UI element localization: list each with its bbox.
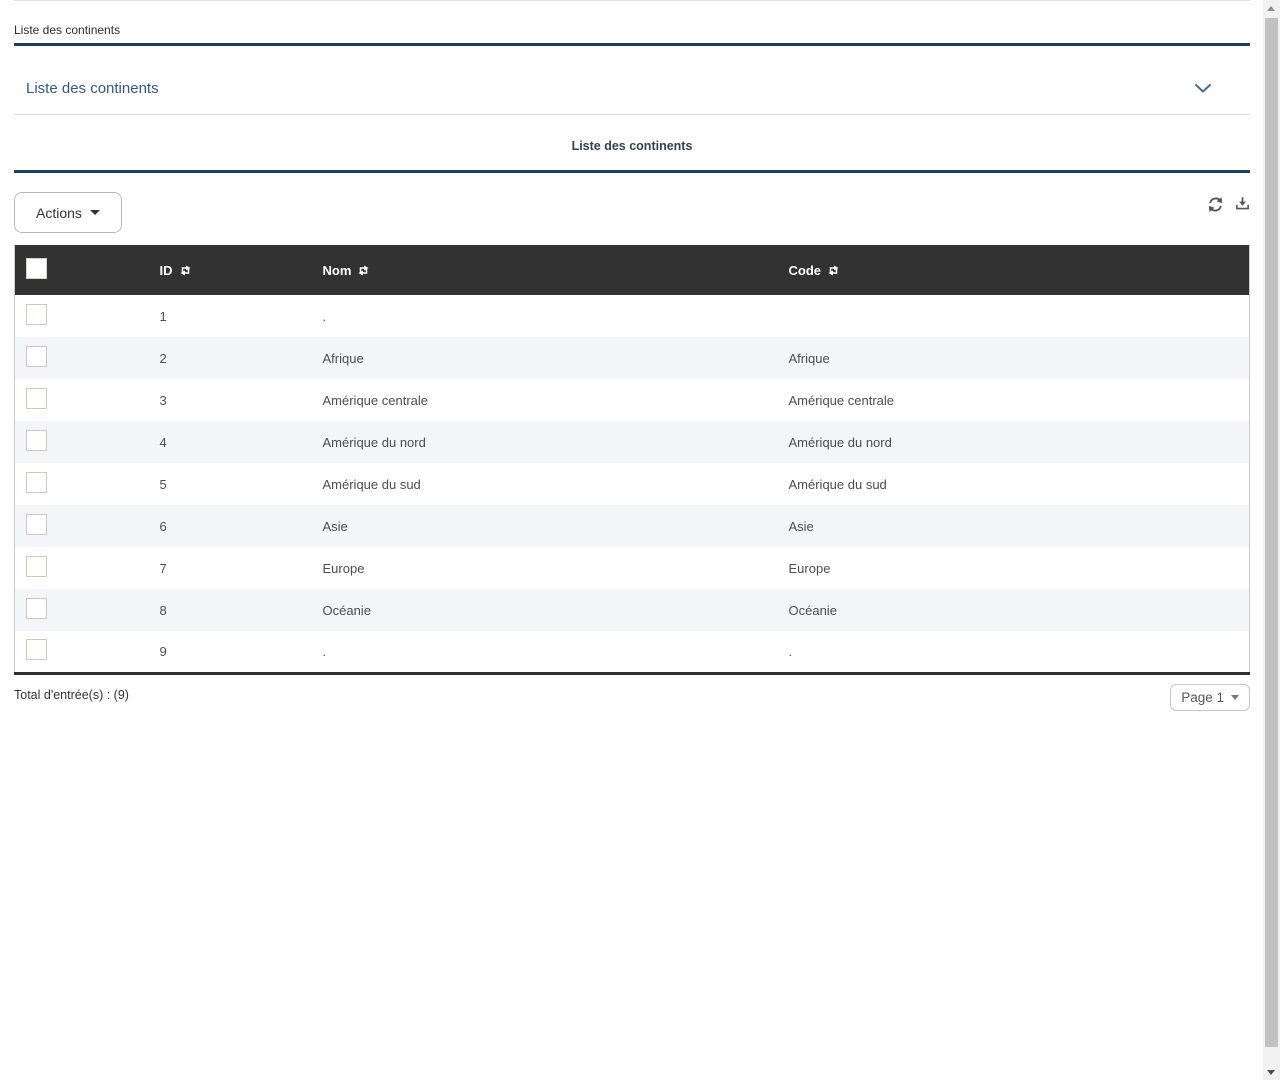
cell-id: 8 xyxy=(160,589,323,631)
row-checkbox[interactable] xyxy=(26,598,47,619)
cell-code xyxy=(789,295,1250,337)
row-checkbox[interactable] xyxy=(26,304,47,325)
cell-nom: Amérique centrale xyxy=(323,379,789,421)
cell-nom: Asie xyxy=(323,505,789,547)
page-select-button[interactable]: Page 1 xyxy=(1170,684,1250,711)
scrollbar-thumb[interactable] xyxy=(1265,18,1278,1047)
table-row: 7EuropeEurope xyxy=(15,547,1250,589)
row-checkbox[interactable] xyxy=(26,556,47,577)
table-row: 9.. xyxy=(15,631,1250,673)
cell-id: 9 xyxy=(160,631,323,673)
cell-nom: Océanie xyxy=(323,589,789,631)
cell-code: Asie xyxy=(789,505,1250,547)
table-header-row: ID Nom xyxy=(15,245,1250,295)
cell-id: 1 xyxy=(160,295,323,337)
cell-nom: . xyxy=(323,631,789,673)
table-row: 1. xyxy=(15,295,1250,337)
continents-table: ID Nom xyxy=(14,245,1250,675)
cell-code: Océanie xyxy=(789,589,1250,631)
cell-id: 2 xyxy=(160,337,323,379)
row-checkbox[interactable] xyxy=(26,514,47,535)
sort-icon xyxy=(179,265,192,276)
download-icon[interactable] xyxy=(1235,196,1250,213)
table-row: 6AsieAsie xyxy=(15,505,1250,547)
scroll-up-arrow-icon[interactable] xyxy=(1267,6,1275,11)
page-container: Liste des continents Liste des continent… xyxy=(14,0,1250,711)
table-row: 5Amérique du sudAmérique du sud xyxy=(15,463,1250,505)
column-header-nom[interactable]: Nom xyxy=(323,263,371,278)
cell-code: Amérique du sud xyxy=(789,463,1250,505)
row-checkbox[interactable] xyxy=(26,639,47,660)
row-checkbox[interactable] xyxy=(26,346,47,367)
toolbar: Actions xyxy=(14,192,1250,233)
cell-id: 3 xyxy=(160,379,323,421)
table-footer: Total d'entrée(s) : (9) Page 1 xyxy=(14,684,1250,711)
cell-code: Amérique du nord xyxy=(789,421,1250,463)
actions-button[interactable]: Actions xyxy=(14,192,122,233)
table-row: 4Amérique du nordAmérique du nord xyxy=(15,421,1250,463)
chevron-down-icon[interactable] xyxy=(1195,84,1211,93)
row-checkbox[interactable] xyxy=(26,388,47,409)
page-select-label: Page 1 xyxy=(1181,690,1224,705)
cell-id: 5 xyxy=(160,463,323,505)
cell-code: Europe xyxy=(789,547,1250,589)
cell-code: Amérique centrale xyxy=(789,379,1250,421)
total-entries-label: Total d'entrée(s) : (9) xyxy=(14,684,129,702)
table-row: 8OcéanieOcéanie xyxy=(15,589,1250,631)
cell-nom: Amérique du sud xyxy=(323,463,789,505)
actions-button-label: Actions xyxy=(36,205,82,221)
page-title: Liste des continents xyxy=(14,139,1250,153)
column-header-code[interactable]: Code xyxy=(789,263,841,278)
table-row: 3Amérique centraleAmérique centrale xyxy=(15,379,1250,421)
cell-nom: Amérique du nord xyxy=(323,421,789,463)
vertical-scrollbar[interactable] xyxy=(1263,0,1280,1080)
caret-down-icon xyxy=(90,210,100,215)
row-checkbox[interactable] xyxy=(26,430,47,451)
panel-title: Liste des continents xyxy=(26,80,159,97)
cell-code: Afrique xyxy=(789,337,1250,379)
cell-code: . xyxy=(789,631,1250,673)
section-divider xyxy=(14,170,1250,173)
caret-down-icon xyxy=(1231,695,1239,700)
cell-nom: Europe xyxy=(323,547,789,589)
scroll-down-arrow-icon[interactable] xyxy=(1267,1070,1275,1075)
row-checkbox[interactable] xyxy=(26,472,47,493)
cell-nom: . xyxy=(323,295,789,337)
breadcrumb: Liste des continents xyxy=(14,1,1250,37)
sort-icon xyxy=(357,265,370,276)
column-header-id[interactable]: ID xyxy=(160,263,192,278)
table-row: 2AfriqueAfrique xyxy=(15,337,1250,379)
sort-icon xyxy=(827,265,840,276)
cell-id: 6 xyxy=(160,505,323,547)
refresh-icon[interactable] xyxy=(1207,196,1224,213)
cell-id: 7 xyxy=(160,547,323,589)
cell-nom: Afrique xyxy=(323,337,789,379)
collapsible-panel-header[interactable]: Liste des continents xyxy=(14,46,1250,115)
cell-id: 4 xyxy=(160,421,323,463)
select-all-checkbox[interactable] xyxy=(26,258,47,279)
